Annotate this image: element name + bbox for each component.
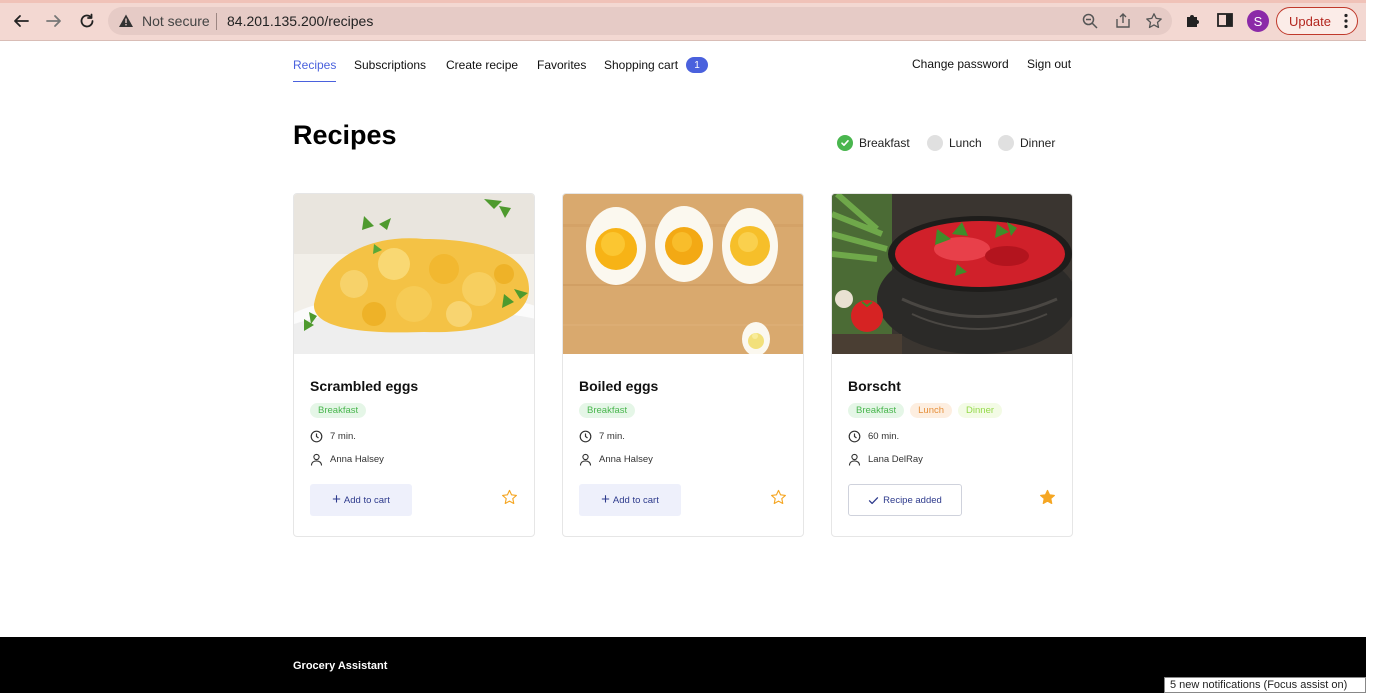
check-icon[interactable] [837,135,853,151]
user-icon [848,453,861,466]
add-to-cart-button[interactable]: + Add to cart [579,484,681,516]
recipe-time: 7 min. [579,430,625,443]
add-to-cart-label: Add to cart [343,494,390,506]
recipe-added-button[interactable]: Recipe added [848,484,962,516]
page-footer: Grocery Assistant [0,637,1366,693]
filter-dinner[interactable]: Dinner [998,134,1055,152]
scrambled-eggs-photo[interactable] [294,194,534,354]
recipe-tags: Breakfast [579,403,636,418]
favorite-star-filled-icon[interactable] [1039,489,1056,506]
recipe-added-label: Recipe added [883,494,942,506]
filter-label: Lunch [949,136,982,150]
plus-icon: + [601,491,610,508]
favorite-star-icon[interactable] [770,489,787,506]
tab-strip-edge [0,0,1366,3]
browser-toolbar: Not secure 84.201.135.200/recipes S Upda… [0,0,1366,41]
tag-breakfast: Breakfast [310,403,367,418]
tag-breakfast: Breakfast [579,403,636,418]
filter-label: Breakfast [859,136,910,150]
tag-dinner: Dinner [958,403,1003,418]
zoom-icon[interactable] [1081,12,1099,30]
extensions-icon[interactable] [1184,11,1202,29]
author-name[interactable]: Anna Halsey [330,454,384,465]
forward-arrow-icon[interactable] [41,9,67,33]
footer-brand[interactable]: Grocery Assistant [293,660,387,672]
window-edge [1366,0,1383,693]
security-status[interactable]: Not secure [142,13,210,29]
nav-shopping-cart[interactable]: Shopping cart [604,58,678,82]
side-panel-icon[interactable] [1216,11,1234,29]
nav-subscriptions[interactable]: Subscriptions [354,58,426,82]
change-password-link[interactable]: Change password [912,57,1009,81]
nav-recipes[interactable]: Recipes [293,58,337,82]
nav-favorites[interactable]: Favorites [537,58,586,82]
back-arrow-icon[interactable] [8,9,34,33]
sign-out-link[interactable]: Sign out [1027,57,1071,81]
page-title: Recipes [293,120,397,150]
unchecked-circle-icon[interactable] [927,135,943,151]
nav-create-recipe[interactable]: Create recipe [446,58,518,82]
tag-lunch: Lunch [910,403,953,418]
filter-breakfast[interactable]: Breakfast [837,134,910,152]
recipe-title[interactable]: Borscht [848,378,901,394]
filter-lunch[interactable]: Lunch [927,134,982,152]
plus-icon: + [332,491,341,508]
filter-label: Dinner [1020,136,1056,150]
cook-time: 60 min. [868,431,900,442]
author-name[interactable]: Anna Halsey [599,454,653,465]
recipe-card: Boiled eggs Breakfast 7 min. Anna Halsey… [562,193,804,537]
system-notification-toast[interactable]: 5 new notifications (Focus assist on) [1164,677,1366,693]
share-icon[interactable] [1114,12,1132,30]
profile-avatar[interactable]: S [1247,10,1269,32]
recipe-author: Anna Halsey [310,453,384,466]
author-name[interactable]: Lana DelRay [868,454,923,465]
borscht-photo[interactable] [832,194,1072,354]
recipe-time: 60 min. [848,430,899,443]
clock-icon [848,430,861,443]
user-icon [579,453,592,466]
update-label: Update [1289,13,1331,29]
recipe-tags: Breakfast [310,403,367,418]
cook-time: 7 min. [330,431,356,442]
user-icon [310,453,323,466]
warning-icon[interactable] [118,13,134,29]
boiled-eggs-photo[interactable] [563,194,803,354]
clock-icon [310,430,323,443]
cart-count-badge[interactable]: 1 [686,57,708,73]
recipe-title[interactable]: Scrambled eggs [310,378,418,394]
kebab-menu-icon[interactable] [1344,13,1348,29]
recipe-card: Borscht Breakfast Lunch Dinner 60 min. L… [831,193,1073,537]
recipe-tags: Breakfast Lunch Dinner [848,403,1003,418]
address-bar[interactable]: Not secure 84.201.135.200/recipes [108,7,1172,35]
update-button[interactable]: Update [1276,7,1358,35]
recipe-author: Lana DelRay [848,453,923,466]
add-to-cart-label: Add to cart [612,494,659,506]
omnibox-divider [216,13,217,30]
check-icon [869,496,879,504]
recipe-author: Anna Halsey [579,453,653,466]
favorite-star-icon[interactable] [501,489,518,506]
clock-icon [579,430,592,443]
url-text[interactable]: 84.201.135.200/recipes [227,13,373,29]
bookmark-star-icon[interactable] [1145,12,1163,30]
add-to-cart-button[interactable]: + Add to cart [310,484,412,516]
unchecked-circle-icon[interactable] [998,135,1014,151]
recipe-card: Scrambled eggs Breakfast 7 min. Anna Hal… [293,193,535,537]
tag-breakfast: Breakfast [848,403,905,418]
cook-time: 7 min. [599,431,625,442]
recipe-time: 7 min. [310,430,356,443]
reload-icon[interactable] [74,9,100,33]
recipe-title[interactable]: Boiled eggs [579,378,658,394]
